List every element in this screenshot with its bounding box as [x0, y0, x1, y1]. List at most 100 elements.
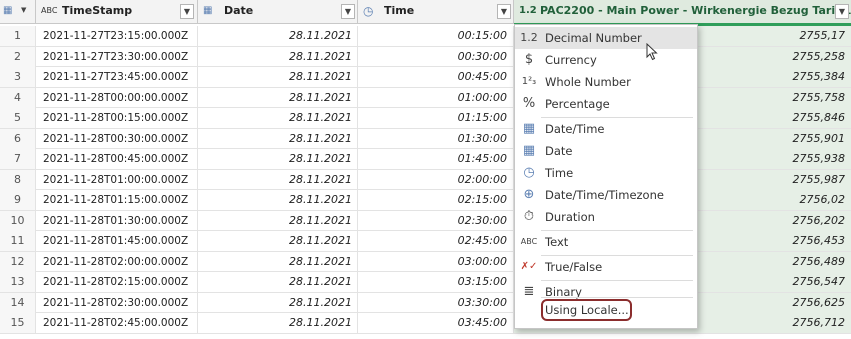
table-icon: ▦: [3, 5, 13, 16]
date-cell[interactable]: 28.11.2021: [198, 149, 358, 169]
text-type-icon[interactable]: ABC: [41, 4, 57, 18]
clock-icon: ◷: [523, 165, 535, 180]
time-cell[interactable]: 00:30:00: [358, 46, 514, 67]
time-cell[interactable]: 03:00:00: [358, 251, 514, 272]
timestamp-cell[interactable]: 2021-11-28T02:00:00.000Z: [36, 251, 198, 272]
timestamp-cell[interactable]: 2021-11-28T01:30:00.000Z: [36, 210, 198, 231]
menu-item-date[interactable]: ▦ Date: [515, 140, 697, 162]
menu-item-true-false[interactable]: ✗✓ True/False: [515, 256, 697, 278]
column-filter-dropdown[interactable]: ▼: [180, 4, 194, 19]
timestamp-cell[interactable]: 2021-11-28T02:30:00.000Z: [36, 292, 198, 313]
time-cell[interactable]: 00:45:00: [358, 67, 514, 87]
time-cell[interactable]: 01:15:00: [358, 108, 514, 128]
time-cell[interactable]: 01:00:00: [358, 87, 514, 108]
menu-item-decimal-number[interactable]: 1.2 Decimal Number: [515, 27, 697, 49]
menu-item-percentage[interactable]: % Percentage: [515, 93, 697, 115]
menu-item-text[interactable]: ABC Text: [515, 231, 697, 253]
date-type-icon[interactable]: ▦: [203, 4, 219, 18]
menu-item-currency[interactable]: $ Currency: [515, 49, 697, 71]
date-cell[interactable]: 28.11.2021: [198, 128, 358, 149]
table-row: 1 2021-11-27T23:15:00.000Z 28.11.2021 00:15…: [0, 26, 851, 47]
timestamp-cell[interactable]: 2021-11-28T01:45:00.000Z: [36, 231, 198, 251]
row-number[interactable]: 7: [0, 149, 36, 169]
date-cell[interactable]: 28.11.2021: [198, 26, 358, 46]
date-cell[interactable]: 28.11.2021: [198, 292, 358, 313]
row-number[interactable]: 3: [0, 67, 36, 87]
row-number[interactable]: 8: [0, 169, 36, 190]
time-cell[interactable]: 03:15:00: [358, 272, 514, 292]
row-number[interactable]: 9: [0, 190, 36, 210]
row-number[interactable]: 2: [0, 46, 36, 67]
column-filter-dropdown[interactable]: ▼: [341, 4, 355, 19]
time-cell[interactable]: 02:00:00: [358, 169, 514, 190]
time-cell[interactable]: 01:30:00: [358, 128, 514, 149]
column-header-energy[interactable]: 1.2 PAC2200 - Main Power - Wirkenergie B…: [514, 0, 851, 23]
date-cell[interactable]: 28.11.2021: [198, 87, 358, 108]
datetime-icon: ▦: [522, 121, 536, 136]
menu-item-date-time-timezone[interactable]: ⊕ Date/Time/Timezone: [515, 184, 697, 206]
column-header-date[interactable]: ▦ Date ▼: [198, 0, 358, 23]
menu-item-date-time[interactable]: ▦ Date/Time: [515, 118, 697, 140]
table-row: 14 2021-11-28T02:30:00.000Z 28.11.2021 03:3…: [0, 292, 851, 313]
timestamp-cell[interactable]: 2021-11-28T02:15:00.000Z: [36, 272, 198, 292]
row-number[interactable]: 15: [0, 313, 36, 333]
row-number[interactable]: 14: [0, 292, 36, 313]
table-menu-button[interactable]: ▦ ▼: [0, 0, 36, 23]
time-cell[interactable]: 02:15:00: [358, 190, 514, 210]
row-number[interactable]: 12: [0, 251, 36, 272]
time-cell[interactable]: 00:15:00: [358, 26, 514, 46]
date-cell[interactable]: 28.11.2021: [198, 313, 358, 333]
menu-item-time[interactable]: ◷ Time: [515, 162, 697, 184]
date-cell[interactable]: 28.11.2021: [198, 169, 358, 190]
timestamp-cell[interactable]: 2021-11-28T01:15:00.000Z: [36, 190, 198, 210]
timestamp-cell[interactable]: 2021-11-28T02:45:00.000Z: [36, 313, 198, 333]
timestamp-cell[interactable]: 2021-11-28T00:00:00.000Z: [36, 87, 198, 108]
time-cell[interactable]: 02:45:00: [358, 231, 514, 251]
time-cell[interactable]: 01:45:00: [358, 149, 514, 169]
menu-item-whole-number[interactable]: 1²₃ Whole Number: [515, 71, 697, 93]
date-cell[interactable]: 28.11.2021: [198, 251, 358, 272]
timestamp-cell[interactable]: 2021-11-28T00:45:00.000Z: [36, 149, 198, 169]
data-type-menu: 1.2 Decimal Number $ Currency 1²₃ Whole …: [514, 24, 698, 329]
date-cell[interactable]: 28.11.2021: [198, 190, 358, 210]
timestamp-cell[interactable]: 2021-11-28T00:15:00.000Z: [36, 108, 198, 128]
row-number[interactable]: 10: [0, 210, 36, 231]
menu-item-label: Date: [545, 144, 573, 158]
column-header-label: Time: [384, 4, 415, 17]
timestamp-cell[interactable]: 2021-11-28T00:30:00.000Z: [36, 128, 198, 149]
row-number[interactable]: 6: [0, 128, 36, 149]
time-cell[interactable]: 03:45:00: [358, 313, 514, 333]
row-number[interactable]: 4: [0, 87, 36, 108]
timestamp-cell[interactable]: 2021-11-27T23:15:00.000Z: [36, 26, 198, 46]
timestamp-cell[interactable]: 2021-11-27T23:30:00.000Z: [36, 46, 198, 67]
timestamp-cell[interactable]: 2021-11-27T23:45:00.000Z: [36, 67, 198, 87]
table-row: 7 2021-11-28T00:45:00.000Z 28.11.2021 01:45…: [0, 149, 851, 170]
column-filter-dropdown[interactable]: ▼: [497, 4, 511, 19]
column-header-time[interactable]: ◷ Time ▼: [358, 0, 514, 23]
menu-item-label: Currency: [545, 53, 597, 67]
time-cell[interactable]: 02:30:00: [358, 210, 514, 231]
column-header-timestamp[interactable]: ABC TimeStamp ▼: [36, 0, 198, 23]
row-number[interactable]: 1: [0, 26, 36, 46]
time-cell[interactable]: 03:30:00: [358, 292, 514, 313]
table-row: 10 2021-11-28T01:30:00.000Z 28.11.2021 02:3…: [0, 210, 851, 231]
decimal-type-icon[interactable]: 1.2: [519, 4, 537, 18]
date-cell[interactable]: 28.11.2021: [198, 108, 358, 128]
date-cell[interactable]: 28.11.2021: [198, 67, 358, 87]
row-number[interactable]: 11: [0, 231, 36, 251]
timestamp-cell[interactable]: 2021-11-28T01:00:00.000Z: [36, 169, 198, 190]
column-header-row: ▦ ▼ ABC TimeStamp ▼ ▦ Date ▼ ◷ Time ▼ 1.…: [0, 0, 851, 24]
date-cell[interactable]: 28.11.2021: [198, 46, 358, 67]
date-cell[interactable]: 28.11.2021: [198, 210, 358, 231]
time-type-icon[interactable]: ◷: [363, 4, 379, 18]
table-row: 3 2021-11-27T23:45:00.000Z 28.11.2021 00:45…: [0, 67, 851, 88]
date-cell[interactable]: 28.11.2021: [198, 231, 358, 251]
column-filter-dropdown[interactable]: ▼: [835, 4, 849, 19]
row-number[interactable]: 5: [0, 108, 36, 128]
date-cell[interactable]: 28.11.2021: [198, 272, 358, 292]
decimal-icon: 1.2: [520, 31, 538, 44]
row-number[interactable]: 13: [0, 272, 36, 292]
table-row: 8 2021-11-28T01:00:00.000Z 28.11.2021 02:00…: [0, 169, 851, 190]
mouse-cursor-icon: [646, 43, 658, 61]
menu-item-duration[interactable]: ⏱ Duration: [515, 206, 697, 228]
